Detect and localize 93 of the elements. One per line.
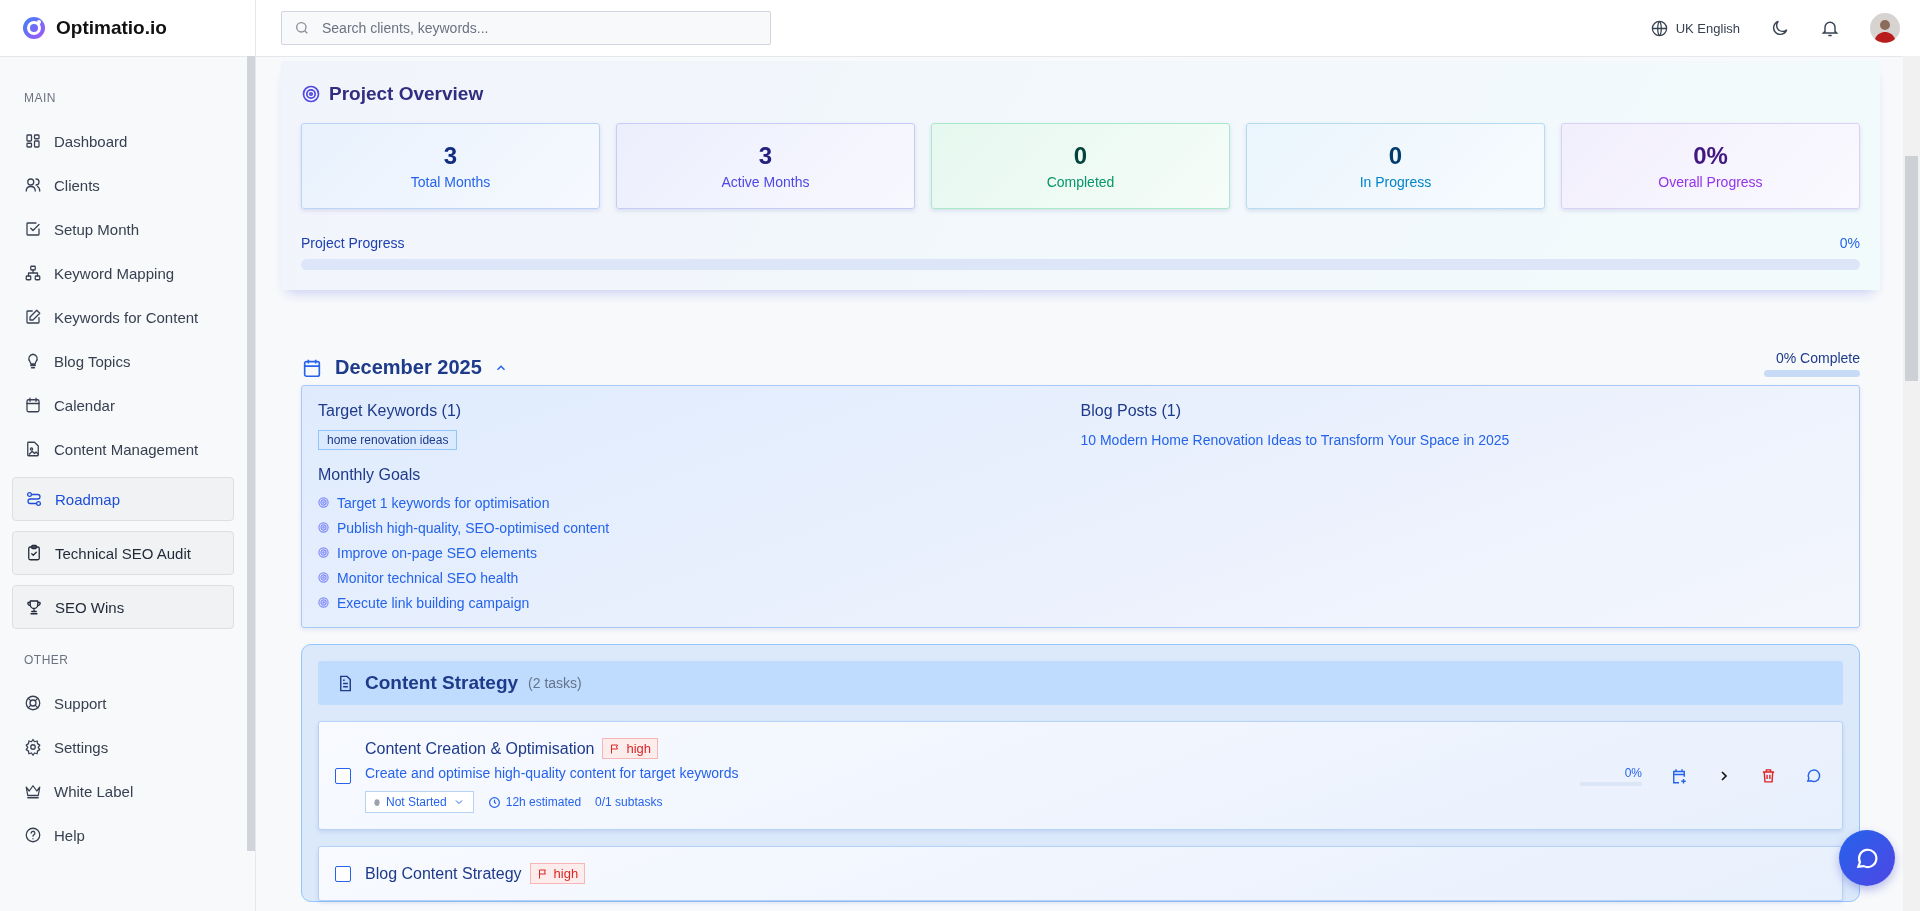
stat-value: 3 (443, 142, 458, 170)
progress-value: 0% (1839, 235, 1860, 251)
comment-icon[interactable] (1805, 767, 1822, 784)
nav-item[interactable]: White Label (12, 769, 234, 813)
settings-icon (24, 738, 42, 756)
search-field[interactable]: Search clients, keywords... (281, 11, 771, 45)
lifebuoy-icon (24, 694, 42, 712)
stat-value: 0% (1693, 142, 1728, 170)
task-checkbox[interactable] (335, 767, 351, 784)
nav-item[interactable]: Help (12, 813, 234, 857)
calendar-icon (24, 396, 42, 414)
section-heading: Target Keywords (1) (318, 402, 463, 420)
goal-text: Target 1 keywords for optimisation (337, 494, 550, 511)
target-icon (318, 522, 329, 533)
nav-item[interactable]: Settings (12, 725, 234, 769)
users-icon (24, 176, 42, 194)
scrollbar[interactable] (1903, 56, 1920, 911)
grid-icon (24, 132, 42, 150)
subtask-count: 0/1 subtasks (595, 795, 663, 809)
nav-item[interactable]: SEO Wins (12, 585, 234, 629)
nav-item[interactable]: Keyword Mapping (12, 251, 234, 295)
nav-item[interactable]: Technical SEO Audit (12, 531, 234, 575)
nav-item[interactable]: Clients (12, 163, 234, 207)
edit-icon (24, 308, 42, 326)
task-checkbox[interactable] (335, 865, 351, 882)
completion-label: 0% Complete (1775, 350, 1860, 366)
image-file-icon (24, 440, 42, 458)
clock-icon (487, 795, 501, 809)
nav-item[interactable]: Setup Month (12, 207, 234, 251)
priority-badge: high (529, 863, 586, 884)
scrollbar[interactable] (247, 56, 255, 851)
trophy-icon (25, 598, 43, 616)
scrollbar-thumb[interactable] (1905, 156, 1918, 381)
section-title: MAIN (23, 90, 57, 107)
stat-label: In Progress (1359, 174, 1432, 190)
calendar-add-icon[interactable] (1670, 766, 1688, 785)
nav-item[interactable]: Calendar (12, 383, 234, 427)
panel-title: Project Overview (329, 83, 484, 105)
task-count: (2 tasks) (528, 675, 582, 691)
stat-value: 0 (1388, 142, 1403, 170)
stat-value: 0 (1073, 142, 1088, 170)
stat-label: Overall Progress (1658, 174, 1763, 190)
strategy-title: Content Strategy (365, 672, 519, 694)
target-icon (301, 84, 321, 104)
stat-label: Total Months (410, 174, 491, 190)
task-title: Blog Content Strategy (365, 864, 522, 883)
section-heading: Monthly Goals (318, 466, 422, 484)
month-title: December 2025 (335, 356, 482, 379)
stat-value: 3 (758, 142, 773, 170)
keyword-tag: home renovation ideas (318, 430, 458, 450)
goal-text: Monitor technical SEO health (337, 569, 519, 586)
stat-label: Completed (1046, 174, 1115, 190)
search-icon (294, 20, 310, 36)
trash-icon[interactable] (1760, 767, 1777, 784)
priority-badge: high (602, 738, 659, 759)
task-title: Content Creation & Optimisation (365, 739, 595, 758)
task-description: Create and optimise high-quality content for target keywords (365, 765, 740, 781)
section-title: OTHER (23, 652, 70, 669)
task-progress-value: 0% (1624, 765, 1642, 780)
progress-label: Project Progress (301, 235, 405, 251)
avatar[interactable] (1870, 13, 1900, 43)
target-icon (318, 547, 329, 558)
goal-text: Publish high-quality, SEO-optimised content (337, 519, 610, 536)
help-icon (24, 826, 42, 844)
estimate-text: 12h estimated (505, 795, 582, 809)
nav-item[interactable]: Blog Topics (12, 339, 234, 383)
language-button[interactable]: UK English (1649, 18, 1740, 38)
crown-icon (24, 782, 42, 800)
nav-item[interactable]: Keywords for Content (12, 295, 234, 339)
globe-icon (1649, 18, 1669, 38)
nav-item[interactable]: Content Management (12, 427, 234, 471)
hierarchy-icon (24, 264, 42, 282)
nav-item[interactable]: Support (12, 681, 234, 725)
goal-text: Execute link building campaign (337, 594, 530, 611)
target-icon (318, 597, 329, 608)
clipboard-icon (25, 544, 43, 562)
status-dropdown[interactable]: Not Started (365, 791, 474, 813)
nav-item[interactable]: Roadmap (12, 477, 234, 521)
nav-item[interactable]: Dashboard (12, 119, 234, 163)
target-icon (318, 572, 329, 583)
flag-icon (536, 867, 549, 880)
goal-text: Improve on-page SEO elements (337, 544, 537, 561)
checkbox-icon (24, 220, 42, 238)
blog-post-link[interactable]: 10 Modern Home Renovation Ideas to Transform Your Space in 2025 (1080, 432, 1843, 448)
brand-name: Optimatio.io (56, 17, 167, 39)
section-heading: Blog Posts (1) (1080, 402, 1182, 420)
logo-icon (22, 16, 46, 40)
stat-label: Active Months (721, 174, 810, 190)
target-icon (318, 497, 329, 508)
moon-icon[interactable] (1770, 18, 1790, 38)
route-icon (25, 490, 43, 508)
status-dot-icon (374, 797, 380, 807)
chat-button[interactable] (1839, 830, 1895, 886)
